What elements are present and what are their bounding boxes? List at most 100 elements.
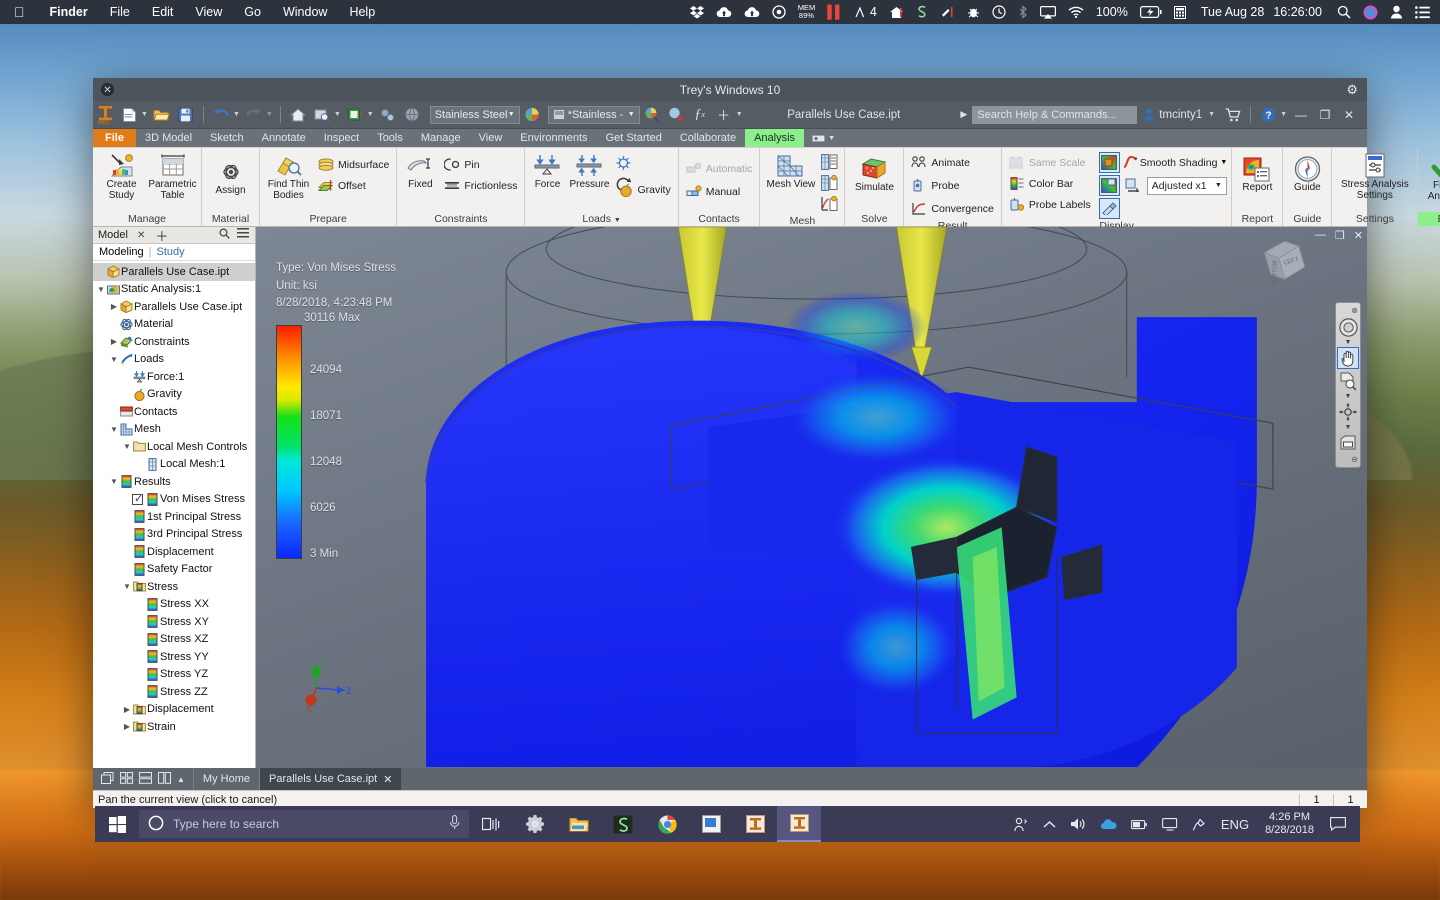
- close-icon[interactable]: ✕: [1337, 108, 1361, 122]
- globe-icon[interactable]: [401, 104, 423, 126]
- parametric-table-button[interactable]: Parametric Table: [148, 151, 197, 201]
- cascade-windows-icon[interactable]: [101, 771, 114, 787]
- view-cube[interactable]: LEFT BOTTOM: [1259, 235, 1311, 287]
- tab-inspect[interactable]: Inspect: [315, 129, 368, 147]
- show-hidden-icons-icon[interactable]: [1037, 820, 1062, 829]
- steering-wheel-chevron-icon[interactable]: ▼: [1345, 339, 1352, 346]
- tab-annotate[interactable]: Annotate: [253, 129, 315, 147]
- navbar-close-icon[interactable]: ⊗: [1351, 306, 1360, 315]
- snagit-icon[interactable]: [601, 806, 645, 842]
- graphics-viewport[interactable]: — ❐ ✕ Type: Von Mises Stress Unit: ksi 8…: [256, 227, 1367, 768]
- tree-node[interactable]: Stress XX: [93, 596, 255, 614]
- menubar-time[interactable]: 16:26:00: [1273, 5, 1331, 19]
- report-button[interactable]: Report: [1236, 154, 1278, 193]
- task-view-icon[interactable]: [469, 806, 513, 842]
- shell-app-icon[interactable]: [910, 5, 934, 19]
- open-document-icon[interactable]: [151, 104, 173, 126]
- tree-node[interactable]: ▼ Static Analysis:1: [93, 281, 255, 299]
- convergence-button[interactable]: Convergence: [908, 198, 996, 219]
- tab-collaborate[interactable]: Collaborate: [671, 129, 745, 147]
- undo-chevron-icon[interactable]: ▼: [233, 111, 240, 118]
- zoom-window-icon[interactable]: [1337, 370, 1359, 392]
- tab-tools[interactable]: Tools: [368, 129, 412, 147]
- menu-help[interactable]: Help: [338, 5, 386, 19]
- tree-node[interactable]: ▶ Constraints: [93, 333, 255, 351]
- visual-style-icon[interactable]: [344, 104, 366, 126]
- tree-node[interactable]: 3rd Principal Stress: [93, 526, 255, 544]
- navbar-options-icon[interactable]: ⊖: [1351, 455, 1360, 464]
- pan-hand-icon[interactable]: [1337, 347, 1359, 369]
- expand-twisty-icon[interactable]: ▶: [109, 302, 119, 311]
- color-bar-button[interactable]: Color Bar: [1006, 173, 1094, 194]
- user-account-icon[interactable]: [1384, 5, 1409, 19]
- calculator-icon[interactable]: [1168, 5, 1192, 19]
- displacement-display-button[interactable]: [1123, 175, 1144, 196]
- material-select[interactable]: Stainless Steel ▼: [429, 105, 520, 124]
- cpu-meter-icon[interactable]: ▌▌: [821, 5, 849, 19]
- restore-icon[interactable]: ❐: [1313, 108, 1337, 122]
- tree-node[interactable]: ▼ Local Mesh Controls: [93, 438, 255, 456]
- battery-percent[interactable]: 100%: [1090, 5, 1134, 19]
- local-mesh-control-button[interactable]: [819, 172, 840, 193]
- restore-icon[interactable]: ❐: [1335, 229, 1345, 242]
- volume-icon[interactable]: [1064, 817, 1092, 831]
- tree-node[interactable]: Contacts: [93, 403, 255, 421]
- notification-center-icon[interactable]: [1409, 5, 1440, 19]
- material-browser-icon[interactable]: [521, 104, 543, 126]
- tab-manage[interactable]: Manage: [412, 129, 470, 147]
- search-input[interactable]: Search Help & Commands...: [972, 105, 1138, 124]
- close-icon[interactable]: ✕: [133, 230, 149, 241]
- network-graph-icon[interactable]: 4: [849, 5, 883, 19]
- tree-node[interactable]: Stress XY: [93, 613, 255, 631]
- tree-node[interactable]: Parallels Use Case.ipt: [93, 263, 255, 281]
- loads-dropdown-icon[interactable]: ▼: [614, 217, 621, 224]
- tree-node[interactable]: ▼ Loads: [93, 351, 255, 369]
- tree-node[interactable]: ▼ Results: [93, 473, 255, 491]
- tab-3d-model[interactable]: 3D Model: [136, 129, 201, 147]
- cloud-upload-icon[interactable]: [710, 6, 738, 19]
- create-study-button[interactable]: Create Study: [97, 151, 146, 201]
- tab-sketch[interactable]: Sketch: [201, 129, 253, 147]
- browser-tab-model[interactable]: Model: [93, 229, 133, 241]
- tree-node[interactable]: Stress YY: [93, 648, 255, 666]
- mesh-view-button[interactable]: Mesh View: [764, 151, 817, 190]
- gravity-load-button[interactable]: Gravity: [616, 179, 673, 200]
- undo-icon[interactable]: [210, 104, 232, 126]
- orbit-chevron-icon[interactable]: ▼: [1345, 424, 1352, 431]
- pin-constraint-button[interactable]: Pin: [441, 154, 520, 175]
- stress-analysis-settings-button[interactable]: Stress Analysis Settings: [1336, 151, 1413, 201]
- convergence-settings-button[interactable]: [819, 193, 840, 214]
- probe-button[interactable]: Probe: [908, 175, 962, 196]
- language-indicator[interactable]: ENG: [1215, 817, 1255, 832]
- onedrive-icon[interactable]: [1094, 818, 1123, 830]
- guide-button[interactable]: Guide: [1287, 154, 1327, 193]
- menu-go[interactable]: Go: [233, 5, 272, 19]
- inventor-icon[interactable]: [733, 806, 777, 842]
- collapse-twisty-icon[interactable]: ▼: [122, 442, 132, 451]
- menu-finder[interactable]: Finder: [39, 5, 99, 19]
- tree-node[interactable]: 1st Principal Stress: [93, 508, 255, 526]
- tile-horizontal-icon[interactable]: [139, 771, 152, 787]
- inventor-pro-logo[interactable]: PRO: [94, 104, 116, 126]
- force-load-button[interactable]: Force: [529, 151, 565, 190]
- zoom-chevron-icon[interactable]: ▼: [334, 111, 341, 118]
- collapse-twisty-icon[interactable]: ▼: [96, 285, 106, 294]
- windows-start-icon[interactable]: [95, 806, 139, 842]
- redo-icon[interactable]: [243, 104, 265, 126]
- offset-button[interactable]: Offset: [315, 175, 392, 196]
- menu-edit[interactable]: Edit: [141, 5, 185, 19]
- hamburger-icon[interactable]: [237, 228, 249, 242]
- wifi-icon[interactable]: [1062, 6, 1090, 18]
- assign-button[interactable]: Assign: [206, 157, 255, 196]
- visual-style-chevron-icon[interactable]: ▼: [367, 111, 374, 118]
- browser-subtab-modeling[interactable]: Modeling: [99, 246, 144, 258]
- tab-file[interactable]: File: [93, 129, 136, 147]
- expand-twisty-icon[interactable]: ▶: [122, 705, 132, 714]
- network-icon[interactable]: [1156, 817, 1184, 831]
- tree-node[interactable]: Stress YZ: [93, 666, 255, 684]
- tree-node[interactable]: Safety Factor: [93, 561, 255, 579]
- fixed-constraint-button[interactable]: Fixed: [401, 151, 439, 190]
- displacement-scale-select[interactable]: Adjusted x1 ▼: [1146, 176, 1227, 195]
- doc-title-chevron-icon[interactable]: ▶: [960, 109, 967, 120]
- inventor-active-icon[interactable]: [777, 806, 821, 842]
